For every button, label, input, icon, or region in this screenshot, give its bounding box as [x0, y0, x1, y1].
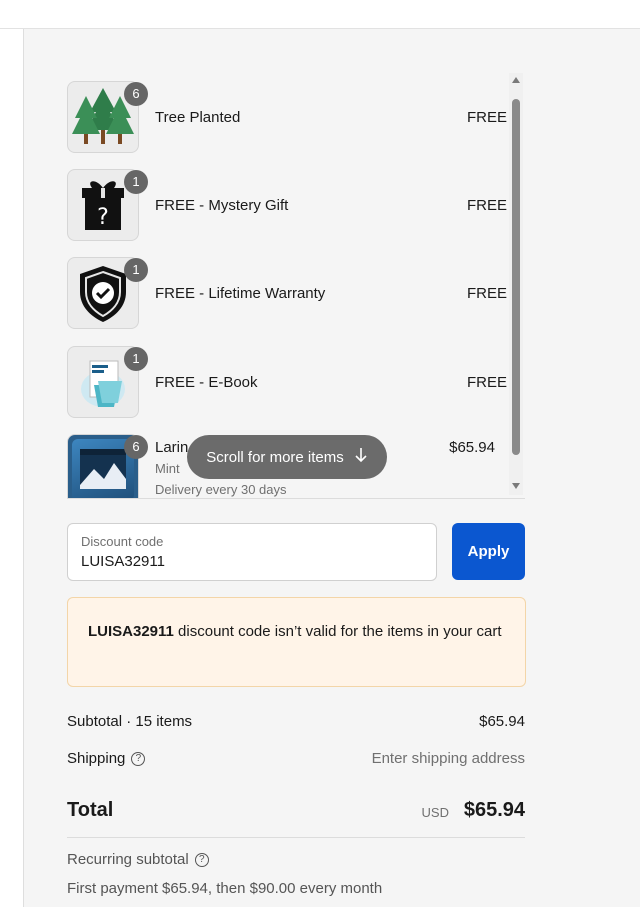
item-price: $65.94	[449, 439, 495, 456]
scrollbar-thumb[interactable]	[512, 99, 520, 455]
svg-text:?: ?	[97, 205, 109, 230]
total-value: $65.94	[463, 799, 525, 821]
discount-error-text: LUISA32911 discount code isn’t valid for…	[88, 620, 508, 644]
subtotal-label: Subtotal · 15 items	[67, 713, 193, 730]
scroll-up-arrow-icon[interactable]	[512, 77, 520, 83]
item-price: FREE	[466, 374, 507, 391]
total-label: Total	[67, 799, 114, 821]
subtotal-value: $65.94	[479, 713, 525, 730]
discount-code-field[interactable]: Discount code LUISA32911	[67, 523, 437, 581]
discount-code-input[interactable]: LUISA32911	[81, 553, 165, 570]
divider	[67, 837, 525, 838]
quantity-badge: 1	[124, 170, 148, 194]
item-variant: Mint	[155, 461, 180, 476]
item-price: FREE	[466, 285, 507, 302]
recurring-detail-row: First payment $65.94, then $90.00 every …	[67, 880, 525, 897]
product-thumbnail: ? 1	[67, 169, 148, 241]
item-name: Larin	[155, 439, 189, 456]
list-item: 6 Tree Planted FREE	[67, 73, 512, 153]
discount-code-label: Discount code	[81, 534, 164, 549]
item-name: Tree Planted	[155, 109, 241, 126]
subtotal-row: Subtotal · 15 items $65.94	[67, 713, 525, 730]
recurring-detail: First payment $65.94, then $90.00 every …	[67, 880, 383, 897]
error-code: LUISA32911	[88, 623, 174, 640]
shipping-row: Shipping? Enter shipping address	[67, 750, 525, 767]
error-message: discount code isn’t valid for the items …	[173, 623, 502, 640]
item-delivery-note: Delivery every 30 days	[155, 482, 287, 497]
items-scrollbar[interactable]	[509, 73, 523, 495]
item-name: FREE - E-Book	[155, 374, 258, 391]
top-bar	[0, 0, 640, 29]
currency-code: USD	[421, 805, 449, 820]
shipping-label: Shipping	[67, 750, 126, 767]
quantity-badge: 6	[124, 82, 148, 106]
item-price: FREE	[466, 197, 507, 214]
product-thumbnail: 1	[67, 257, 148, 329]
product-thumbnail: 6	[67, 81, 148, 153]
list-item: ? 1 FREE - Mystery Gift FREE	[67, 161, 512, 241]
left-pane	[0, 29, 24, 907]
product-thumbnail: 1	[67, 346, 148, 418]
item-price: FREE	[466, 109, 507, 126]
help-icon[interactable]: ?	[194, 853, 209, 868]
item-name: FREE - Lifetime Warranty	[155, 285, 326, 302]
discount-error-banner: LUISA32911 discount code isn’t valid for…	[67, 597, 526, 687]
scroll-down-arrow-icon[interactable]	[512, 483, 520, 489]
scroll-for-more-button[interactable]: Scroll for more items	[187, 435, 387, 479]
item-name: FREE - Mystery Gift	[155, 197, 289, 214]
arrow-down-icon	[354, 447, 368, 467]
total-row: Total USD $65.94	[67, 797, 525, 837]
list-item: 1 FREE - Lifetime Warranty FREE	[67, 249, 512, 329]
apply-button[interactable]: Apply	[452, 523, 525, 580]
recurring-subtotal-row: Recurring subtotal?	[67, 851, 525, 868]
product-thumbnail: 6	[67, 434, 148, 498]
shipping-value: Enter shipping address	[371, 750, 525, 767]
scroll-hint-label: Scroll for more items	[206, 448, 344, 466]
quantity-badge: 1	[124, 347, 148, 371]
list-item: 1 FREE - E-Book FREE	[67, 338, 512, 418]
quantity-badge: 6	[124, 435, 148, 459]
recurring-subtotal-label: Recurring subtotal	[67, 851, 189, 868]
help-icon[interactable]: ?	[131, 752, 146, 767]
quantity-badge: 1	[124, 258, 148, 282]
